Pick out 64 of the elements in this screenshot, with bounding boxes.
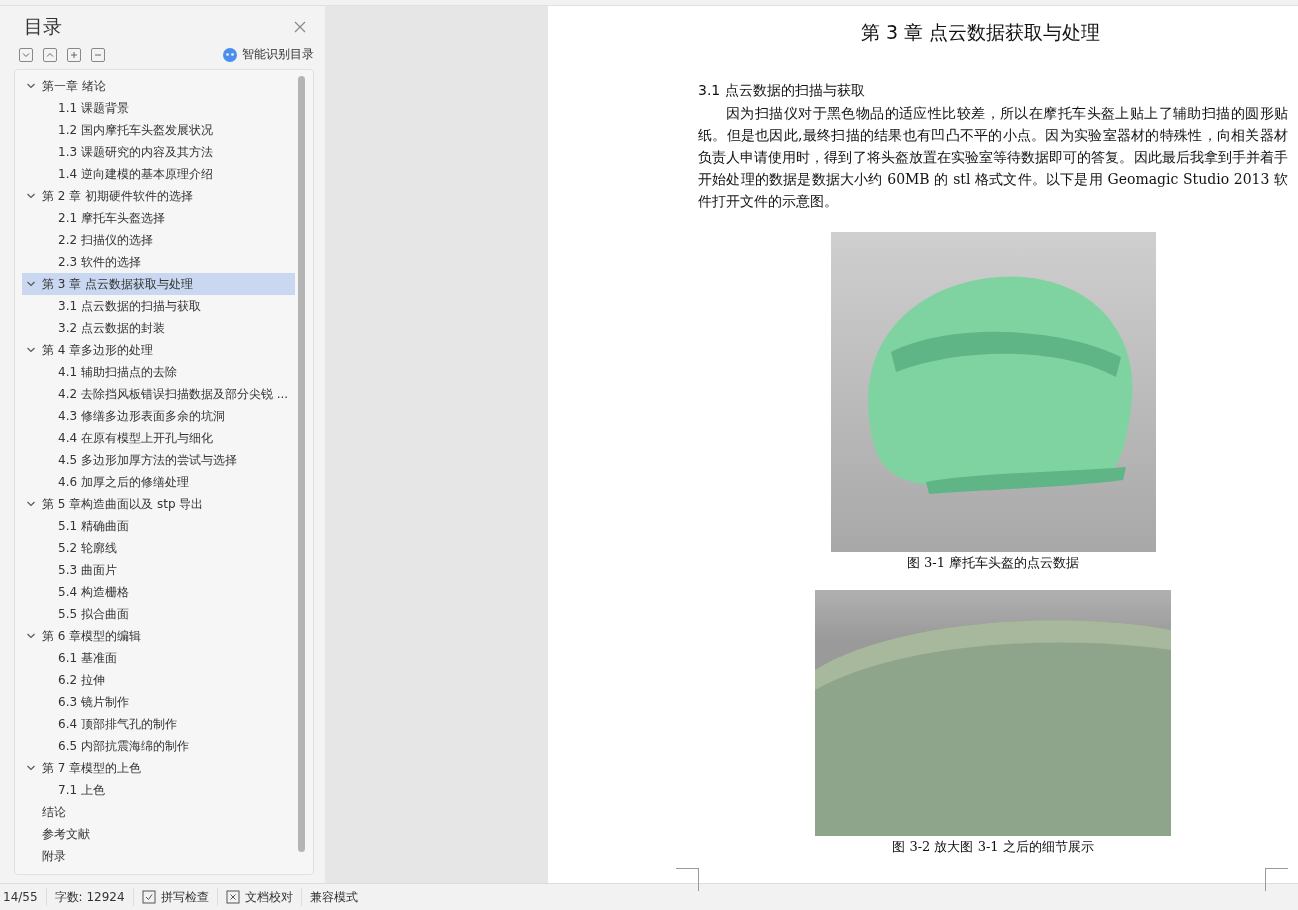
page-counter[interactable]: 14/55 (0, 888, 47, 906)
toc-chapter-item[interactable]: 第一章 绪论 (22, 75, 295, 97)
toc-chapter-item[interactable]: 第 7 章模型的上色 (22, 757, 295, 779)
toc-section-item[interactable]: 6.1 基准面 (22, 647, 295, 669)
toc-section-item[interactable]: 2.2 扫描仪的选择 (22, 229, 295, 251)
toc-section-item[interactable]: 6.2 拉伸 (22, 669, 295, 691)
toc-section-item[interactable]: 6.5 内部抗震海绵的制作 (22, 735, 295, 757)
chevron-icon[interactable] (26, 81, 36, 91)
compat-mode-label[interactable]: 兼容模式 (301, 888, 366, 906)
toc-chapter-item[interactable]: 第 3 章 点云数据获取与处理 (22, 273, 295, 295)
word-count[interactable]: 字数: 12924 (46, 888, 134, 906)
section-heading: 3.1 点云数据的扫描与获取 (698, 82, 865, 100)
toc-section-item[interactable]: 1.2 国内摩托车头盔发展状况 (22, 119, 295, 141)
toc-section-item[interactable]: 5.2 轮廓线 (22, 537, 295, 559)
plus-icon[interactable] (67, 47, 81, 62)
toc-section-item[interactable]: 2.1 摩托车头盔选择 (22, 207, 295, 229)
scrollbar-thumb[interactable] (298, 76, 305, 852)
close-icon[interactable] (294, 21, 306, 33)
body-paragraph: 因为扫描仪对于黑色物品的适应性比较差，所以在摩托车头盔上贴上了辅助扫描的圆形贴纸。但是也因此,最终扫描的结果也有凹凸不平的小点。因为实验室器材的特殊性，向相关器材负责人申请使用时，得到了将头盔放置在实验室等待数据即可的答复。因此最后我拿到手并着手开始处理的数据是数据大小约 60MB 的 stl 格式文件。以下是用 Geomagic Studio 2013 软件打开文件的示意图。 (698, 104, 1288, 211)
toc-section-item[interactable]: 5.3 曲面片 (22, 559, 295, 581)
expand-all-icon[interactable] (19, 47, 33, 62)
toc-section-item[interactable]: 5.5 拟合曲面 (22, 603, 295, 625)
chapter-heading: 第 3 章 点云数据获取与处理 (859, 20, 1102, 45)
box-cross-icon (225, 890, 240, 904)
toc-section-item[interactable]: 5.4 构造栅格 (22, 581, 295, 603)
chevron-icon[interactable] (26, 191, 36, 201)
collapse-all-icon[interactable] (43, 47, 57, 62)
toc-chapter-item[interactable]: 第 4 章多边形的处理 (22, 339, 295, 361)
spell-check-button[interactable]: 拼写检查 (133, 888, 218, 906)
toc-section-item[interactable]: 6.3 镜片制作 (22, 691, 295, 713)
chevron-icon[interactable] (26, 499, 36, 509)
toc-section-item[interactable]: 4.6 加厚之后的修缮处理 (22, 471, 295, 493)
toc-section-item[interactable]: 7.1 上色 (22, 779, 295, 801)
toc-section-item[interactable]: 3.2 点云数据的封装 (22, 317, 295, 339)
checkbox-tick-icon (141, 890, 156, 904)
chevron-icon[interactable] (26, 279, 36, 289)
chevron-icon[interactable] (26, 631, 36, 641)
chevron-icon[interactable] (26, 763, 36, 773)
toc-chapter-item[interactable]: 第 5 章构造曲面以及 stp 导出 (22, 493, 295, 515)
toc-chapter-item[interactable]: 结论 (22, 801, 295, 823)
panel-title: 目录 (24, 14, 62, 39)
toc-section-item[interactable]: 4.4 在原有模型上开孔与细化 (22, 427, 295, 449)
toc-section-item[interactable]: 1.3 课题研究的内容及其方法 (22, 141, 295, 163)
figure-caption: 图 3-2 放大图 3-1 之后的细节展示 (892, 838, 1094, 856)
toc-section-item[interactable]: 6.4 顶部排气孔的制作 (22, 713, 295, 735)
proofread-button[interactable]: 文档校对 (217, 888, 302, 906)
toc-section-item[interactable]: 2.3 软件的选择 (22, 251, 295, 273)
toc-section-item[interactable]: 4.2 去除挡风板错误扫描数据及部分尖锐 ... (22, 383, 295, 405)
chevron-icon[interactable] (26, 345, 36, 355)
toc-chapter-item[interactable]: 附录 (22, 845, 295, 867)
toc-section-item[interactable]: 1.4 逆向建模的基本原理介绍 (22, 163, 295, 185)
toc-chapter-item[interactable]: 第 6 章模型的编辑 (22, 625, 295, 647)
toc-chapter-item[interactable]: 第 2 章 初期硬件软件的选择 (22, 185, 295, 207)
toc-section-item[interactable]: 4.1 辅助扫描点的去除 (22, 361, 295, 383)
toc-chapter-item[interactable]: 参考文献 (22, 823, 295, 845)
minus-icon[interactable] (91, 47, 105, 62)
toc-section-item[interactable]: 3.1 点云数据的扫描与获取 (22, 295, 295, 317)
figure-caption: 图 3-1 摩托车头盔的点云数据 (906, 554, 1080, 572)
smart-toc-button[interactable]: 智能识别目录 (223, 46, 314, 63)
toc-section-item[interactable]: 4.3 修缮多边形表面多余的坑洞 (22, 405, 295, 427)
ai-face-icon (223, 47, 237, 62)
toc-section-item[interactable]: 5.1 精确曲面 (22, 515, 295, 537)
toc-section-item[interactable]: 4.5 多边形加厚方法的尝试与选择 (22, 449, 295, 471)
toc-section-item[interactable]: 1.1 课题背景 (22, 97, 295, 119)
